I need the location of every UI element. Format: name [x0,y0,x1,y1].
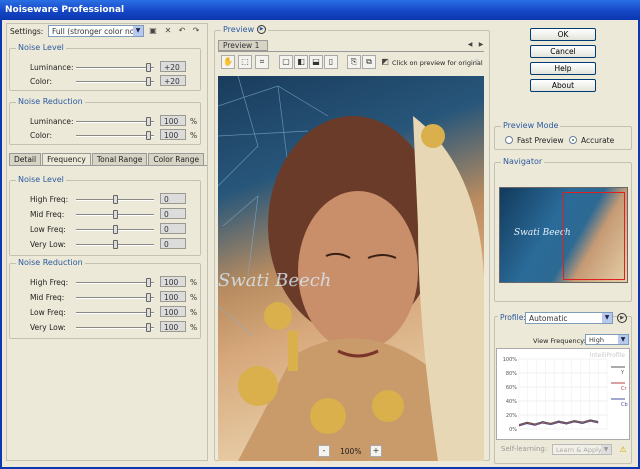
accurate-label: Accurate [581,136,615,145]
accurate-radio[interactable] [569,136,577,144]
y-tick-label: 40% [506,399,517,405]
chevron-down-icon[interactable]: ▼ [602,313,612,323]
y-tick-label: 80% [506,371,517,377]
fast-preview-label: Fast Preview [517,136,564,145]
fast-preview-radio[interactable] [505,136,513,144]
profile-chart-svg: IntelliProfile 100% 80% 60% 40% 20% 0% Y Cr Cb [503,352,628,433]
warning-icon: ⚠ [619,445,627,454]
view-frequency-dropdown[interactable]: High ▼ [585,334,629,345]
single-view-icon[interactable]: ▢ [279,55,293,69]
channel-label: Cr [621,386,627,392]
compare-icon[interactable]: ⧉ [362,55,376,69]
about-button[interactable]: About [530,79,596,92]
navigator-viewport[interactable] [563,192,625,280]
profile-label: Profile: [498,313,528,322]
prev-tab-icon[interactable]: ◀ [465,40,475,50]
intelliprofile-brand: IntelliProfile [590,352,626,359]
intelliprofile-chart: IntelliProfile 100% 80% 60% 40% 20% 0% Y Cr Cb [496,348,630,440]
self-learning-label: Self-learning: [501,445,548,453]
preview-photo-svg: Swati Beech [218,76,484,461]
y-tick-label: 0% [509,427,517,433]
profile-play-icon[interactable]: ▶ [617,313,627,323]
y-tick-label: 60% [506,385,517,391]
preview-image[interactable]: Swati Beech [218,76,484,461]
next-tab-icon[interactable]: ▶ [476,40,486,50]
channel-label: Y [620,370,625,376]
self-learning-value: Learn & Apply [556,446,602,454]
view-frequency-value: High [589,336,604,344]
y-tick-label: 100% [503,357,518,363]
split-horizontal-icon[interactable]: ⬓ [309,55,323,69]
snapshot-icon[interactable]: ⎘ [347,55,361,69]
marquee-select-icon[interactable]: ⬚ [238,55,252,69]
channel-label: Cb [621,402,628,408]
hand-tool-icon[interactable]: ✋ [221,55,235,69]
crop-select-icon[interactable]: ⌗ [255,55,269,69]
y-tick-label: 20% [506,413,517,419]
cancel-button[interactable]: Cancel [530,45,596,58]
side-by-side-icon[interactable]: ▯ [324,55,338,69]
busy-spinner-icon: ✳ [473,57,481,66]
photo-watermark: Swati Beech [218,270,331,291]
help-button[interactable]: Help [530,62,596,75]
main-window: Settings: Full (stronger color noise) ▼ … [0,20,640,469]
zoom-out-button[interactable]: - [318,445,330,457]
split-vertical-icon[interactable]: ◧ [294,55,308,69]
ok-button[interactable]: OK [530,28,596,41]
chevron-down-icon[interactable]: ▼ [601,445,611,454]
preview-tab-divider [218,51,484,52]
chevron-down-icon[interactable]: ▼ [618,335,628,344]
profile-value: Automatic [529,314,568,323]
zoom-level: 100% [340,447,362,456]
window-title: Noiseware Professional [0,0,640,20]
left-panel [6,23,208,461]
preview-title: Preview [223,25,255,34]
profile-dropdown[interactable]: Automatic ▼ [525,312,613,324]
preview-tab-label: Preview 1 [223,41,260,50]
self-learning-dropdown[interactable]: Learn & Apply ▼ [552,444,612,455]
preview-mode-title: Preview Mode [501,121,561,130]
zoom-in-button[interactable]: + [370,445,382,457]
tab-preview-1[interactable]: Preview 1 [218,40,268,51]
view-frequency-label: View Frequency: [533,337,586,345]
preview-hint: Click on preview for original [392,59,483,67]
navigator-thumbnail[interactable]: Swati Beech [499,187,628,283]
original-toggle-icon[interactable]: ◩ [380,57,390,67]
navigator-title: Navigator [501,157,545,166]
play-icon[interactable]: ▶ [257,25,267,34]
